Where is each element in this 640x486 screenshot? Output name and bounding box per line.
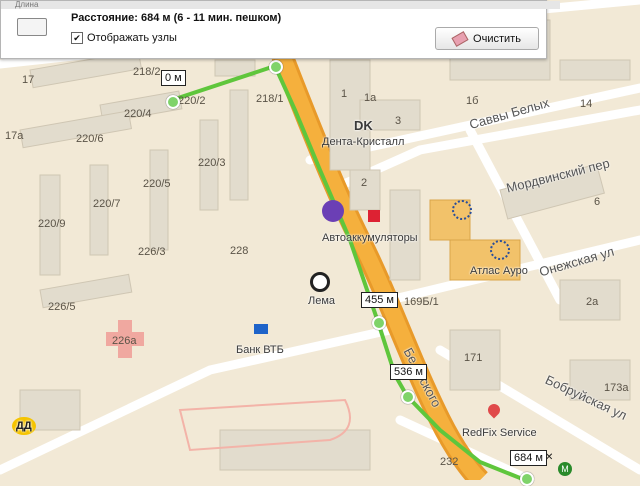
house-number: 226/5 <box>48 301 76 313</box>
poi-dd[interactable]: ДД <box>12 417 36 435</box>
poi-bank-vtb[interactable]: Банк ВТБ <box>236 344 284 356</box>
house-number: 1 <box>341 88 348 100</box>
house-number: 169Б/1 <box>404 296 439 308</box>
poi-dk-logo[interactable]: DK <box>354 118 373 133</box>
show-nodes-checkbox[interactable]: ✔ Отображать узлы <box>71 32 177 44</box>
poi-atlas-auro[interactable]: Атлас Ауро <box>470 265 528 277</box>
distance-label-start: 0 м <box>161 70 186 86</box>
house-number: 226/3 <box>138 246 166 258</box>
house-number: 220/3 <box>198 157 226 169</box>
house-number: 17 <box>22 74 35 86</box>
poi-avtoakkumulyatory[interactable]: Автоаккумуляторы <box>322 232 418 244</box>
metro-icon[interactable]: M <box>558 462 572 476</box>
route-node[interactable] <box>401 390 415 404</box>
loading-spinner-icon <box>452 200 472 220</box>
loading-spinner-icon <box>490 240 510 260</box>
house-number: 220/4 <box>124 108 152 120</box>
route-node[interactable] <box>520 472 534 486</box>
house-number: 1а <box>364 92 377 104</box>
poi-lema[interactable]: Лема <box>308 295 335 307</box>
house-number: 14 <box>580 98 593 110</box>
clear-button-label: Очистить <box>473 32 521 45</box>
ruler-panel: Длина Расстояние: 684 м (6 - 11 мин. пеш… <box>0 0 560 59</box>
show-nodes-label: Отображать узлы <box>87 32 177 44</box>
poi-denta-kristall[interactable]: Дента-Кристалл <box>322 136 404 148</box>
house-number: 3 <box>395 115 402 127</box>
route-node[interactable] <box>269 60 283 74</box>
bank-icon[interactable] <box>254 324 268 334</box>
distance-summary: Расстояние: 684 м (6 - 11 мин. пешком) <box>71 12 282 24</box>
house-number: 232 <box>440 456 459 468</box>
route-node[interactable] <box>166 95 180 109</box>
ruler-icon <box>17 18 47 36</box>
house-number: 2 <box>361 177 368 189</box>
house-number: 220/2 <box>178 95 206 107</box>
distance-label-455: 455 м <box>361 292 398 308</box>
house-number: 226а <box>112 335 137 347</box>
house-number: 1б <box>466 95 479 107</box>
distance-label-536: 536 м <box>390 364 427 380</box>
remove-route-close-icon[interactable]: ✕ <box>545 452 553 463</box>
house-number: 6 <box>594 196 601 208</box>
house-number: 2а <box>586 296 599 308</box>
house-number: 228 <box>230 245 249 257</box>
purple-sign-icon[interactable] <box>322 200 344 222</box>
house-number: 220/9 <box>38 218 66 230</box>
eraser-icon <box>451 30 469 47</box>
steering-wheel-icon[interactable] <box>310 272 330 292</box>
shop-icon[interactable] <box>368 210 380 222</box>
house-number: 220/6 <box>76 133 104 145</box>
house-number: 173а <box>604 382 629 394</box>
house-number: 171 <box>464 352 483 364</box>
route-node[interactable] <box>372 316 386 330</box>
distance-label-684: 684 м <box>510 450 547 466</box>
checkbox-box[interactable]: ✔ <box>71 32 83 44</box>
ruler-panel-header: Длина <box>1 1 560 9</box>
house-number: 218/1 <box>256 93 284 105</box>
house-number: 220/7 <box>93 198 121 210</box>
clear-button[interactable]: Очистить <box>435 27 539 50</box>
house-number: 218/2 <box>133 66 161 78</box>
house-number: 17а <box>5 130 24 142</box>
house-number: 220/5 <box>143 178 171 190</box>
route-line <box>171 63 526 480</box>
poi-redfix[interactable]: RedFix Service <box>462 427 537 439</box>
